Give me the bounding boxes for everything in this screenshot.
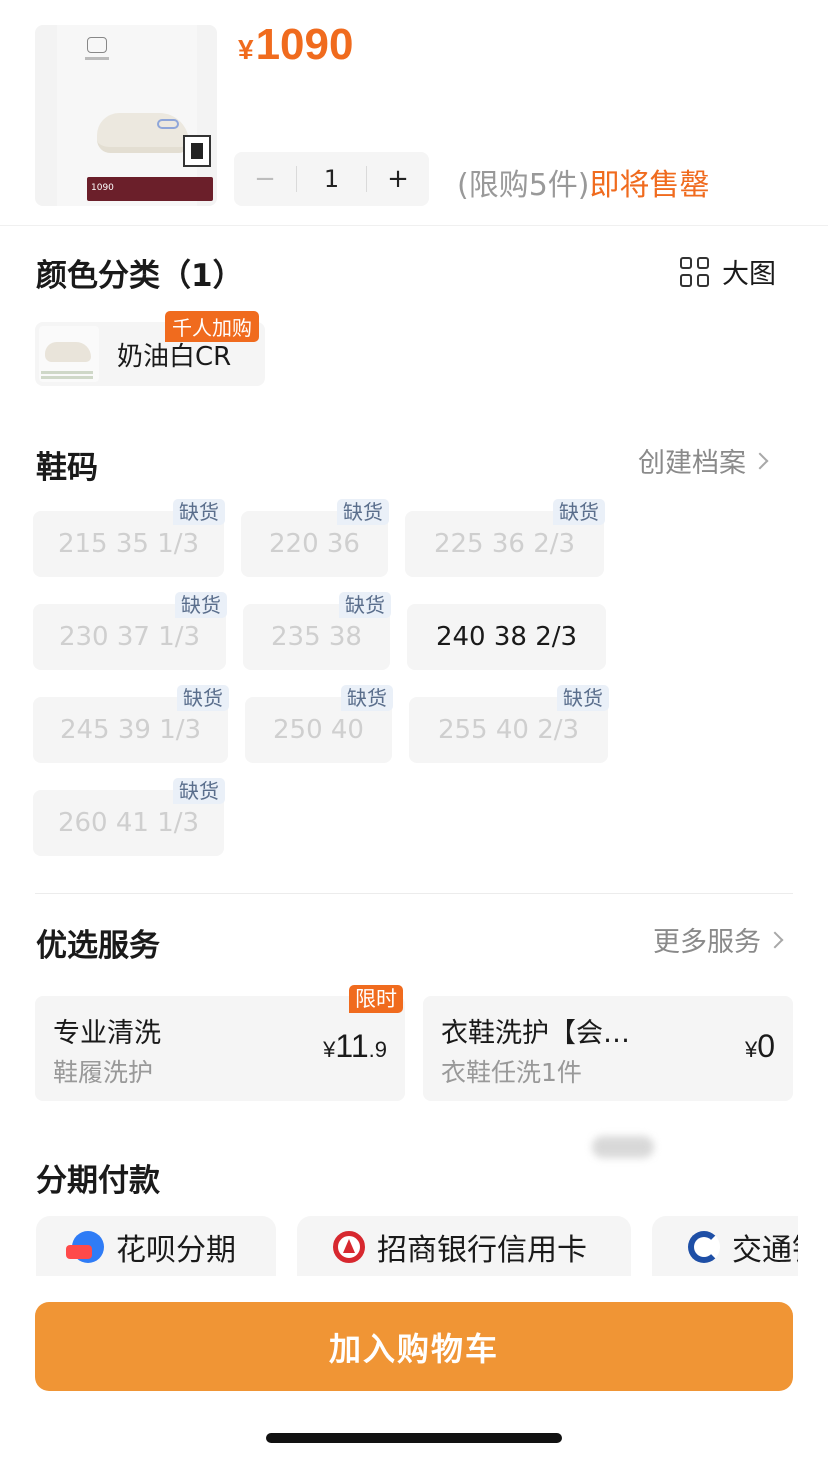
size-option-label: 230 37 1/3 — [58, 622, 201, 652]
service-price: ¥ 0 — [745, 1028, 775, 1065]
size-option[interactable]: 235 38 缺货 — [243, 592, 391, 670]
chevron-right-icon — [751, 452, 769, 469]
more-services-label: 更多服务 — [653, 927, 761, 958]
out-of-stock-badge: 缺货 — [339, 592, 391, 618]
size-option-label: 235 38 — [271, 622, 362, 652]
services-section-title: 优选服务 — [36, 928, 160, 964]
size-option-label: 260 41 1/3 — [57, 808, 200, 838]
out-of-stock-badge: 缺货 — [557, 685, 609, 711]
installment-option-cmb[interactable]: 招商银行信用卡 — [297, 1216, 631, 1276]
size-option[interactable]: 260 41 1/3 缺货 — [33, 778, 225, 856]
size-option-available[interactable]: 240 38 2/3 — [407, 604, 606, 670]
bocom-bank-icon — [688, 1231, 720, 1263]
size-option-label: 225 36 2/3 — [433, 529, 576, 559]
mini-line — [41, 376, 93, 379]
size-option-label: 215 35 1/3 — [57, 529, 200, 559]
size-section-title: 鞋码 — [36, 450, 98, 486]
price-value: 1090 — [255, 20, 354, 69]
size-option[interactable]: 250 40 缺货 — [245, 685, 393, 763]
qr-code-icon — [183, 135, 211, 167]
increase-quantity-button[interactable]: + — [367, 164, 429, 194]
out-of-stock-badge: 缺货 — [177, 685, 229, 711]
product-price: ¥ 1090 — [238, 20, 353, 70]
color-section-title: 颜色分类（1） — [36, 258, 244, 294]
brand-logo-icon — [87, 37, 107, 53]
promo-banner-price: 1090 — [91, 183, 114, 193]
service-price: ¥ 11 .9 — [323, 1028, 387, 1065]
service-price-main: 0 — [757, 1028, 775, 1064]
size-option-label: 220 36 — [269, 529, 360, 559]
service-price-main: 11 — [335, 1028, 369, 1064]
create-profile-label: 创建档案 — [638, 448, 746, 479]
grid-view-icon — [680, 256, 710, 287]
header-divider — [0, 225, 828, 226]
chevron-right-icon — [766, 931, 784, 948]
out-of-stock-badge: 缺货 — [337, 499, 389, 525]
service-name: 专业清洗 — [53, 1018, 161, 1049]
stock-status-text: 即将售罄 — [589, 168, 710, 203]
size-option-label: 250 40 — [273, 715, 364, 745]
product-thumbnail[interactable]: 1090 — [35, 25, 217, 206]
quantity-stepper[interactable]: − 1 + — [234, 152, 429, 206]
installment-option-huabei[interactable]: 花呗分期 — [36, 1216, 276, 1276]
size-option[interactable]: 230 37 1/3 缺货 — [33, 592, 227, 670]
big-image-toggle[interactable]: 大图 — [680, 252, 776, 291]
size-option-label: 255 40 2/3 — [437, 715, 580, 745]
installment-option-bocom[interactable]: 交通银 — [652, 1216, 798, 1276]
price-currency: ¥ — [238, 34, 254, 65]
blurred-watermark — [592, 1136, 654, 1158]
create-profile-link[interactable]: 创建档案 — [638, 441, 769, 480]
more-services-link[interactable]: 更多服务 — [653, 920, 784, 959]
installment-options[interactable]: 花呗分期 招商银行信用卡 交通银 — [0, 1216, 798, 1276]
decrease-quantity-button[interactable]: − — [234, 164, 296, 194]
size-option-label: 240 38 2/3 — [435, 622, 578, 652]
out-of-stock-badge: 缺货 — [173, 499, 225, 525]
brand-logo-text — [85, 57, 109, 60]
installment-section-title: 分期付款 — [36, 1163, 160, 1199]
service-price-decimal: .9 — [368, 1037, 387, 1062]
size-option[interactable]: 220 36 缺货 — [241, 499, 389, 577]
service-price-currency: ¥ — [323, 1037, 336, 1062]
huabei-icon — [66, 1231, 104, 1263]
popular-badge: 千人加购 — [165, 311, 259, 342]
installment-option-label: 交通银 — [732, 1233, 798, 1268]
home-indicator[interactable] — [266, 1433, 562, 1443]
size-option[interactable]: 215 35 1/3 缺货 — [33, 499, 225, 577]
out-of-stock-badge: 缺货 — [175, 592, 227, 618]
size-option[interactable]: 255 40 2/3 缺货 — [409, 685, 609, 763]
limit-text: (限购5件) — [457, 168, 590, 203]
section-divider — [35, 893, 793, 894]
installment-option-label: 招商银行信用卡 — [377, 1233, 587, 1268]
big-image-label: 大图 — [722, 259, 776, 290]
shoe-accent — [157, 119, 179, 129]
service-description: 衣鞋任洗1件 — [441, 1058, 582, 1087]
size-option-label: 245 39 1/3 — [59, 715, 202, 745]
quantity-value[interactable]: 1 — [297, 165, 366, 193]
size-option[interactable]: 225 36 2/3 缺货 — [405, 499, 605, 577]
service-card[interactable]: 衣鞋洗护【会… 衣鞋任洗1件 ¥ 0 — [423, 996, 793, 1101]
service-price-currency: ¥ — [744, 1037, 758, 1062]
service-name: 衣鞋洗护【会… — [441, 1018, 630, 1049]
mini-shoe — [45, 342, 91, 362]
purchase-limit: (限购5件) 即将售罄 — [457, 160, 710, 204]
installment-option-label: 花呗分期 — [116, 1233, 236, 1268]
out-of-stock-badge: 缺货 — [341, 685, 393, 711]
color-option-thumbnail — [39, 326, 99, 382]
cmb-bank-icon — [333, 1231, 365, 1263]
size-option[interactable]: 245 39 1/3 缺货 — [33, 685, 229, 763]
service-description: 鞋履洗护 — [53, 1058, 154, 1087]
add-to-cart-button[interactable]: 加入购物车 — [35, 1302, 793, 1391]
out-of-stock-badge: 缺货 — [173, 778, 225, 804]
out-of-stock-badge: 缺货 — [553, 499, 605, 525]
limited-time-badge: 限时 — [349, 985, 403, 1013]
mini-line — [41, 371, 93, 374]
product-image: 1090 — [57, 25, 213, 206]
